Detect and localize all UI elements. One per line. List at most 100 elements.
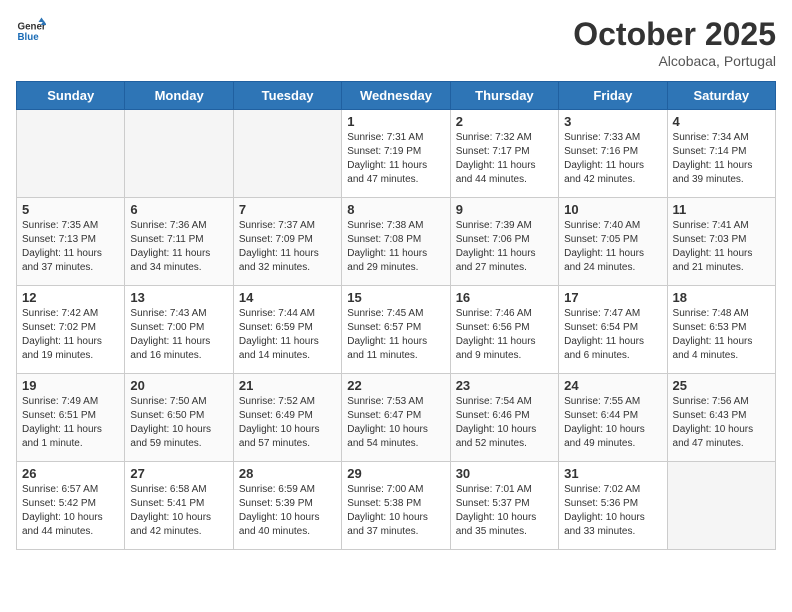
calendar-cell: 30 Sunrise: 7:01 AMSunset: 5:37 PMDayligh…: [450, 462, 558, 550]
calendar-cell: 3 Sunrise: 7:33 AMSunset: 7:16 PMDaylight…: [559, 110, 667, 198]
day-info: Sunrise: 7:38 AMSunset: 7:08 PMDaylight:…: [347, 219, 444, 275]
week-row-4: 19 Sunrise: 7:49 AMSunset: 6:51 PMDayligh…: [17, 374, 776, 462]
day-number: 23: [456, 378, 553, 393]
day-number: 25: [673, 378, 770, 393]
calendar-cell: 13 Sunrise: 7:43 AMSunset: 7:00 PMDayligh…: [125, 286, 233, 374]
day-info: Sunrise: 7:47 AMSunset: 6:54 PMDaylight:…: [564, 307, 661, 363]
svg-text:Blue: Blue: [18, 32, 40, 43]
day-number: 11: [673, 202, 770, 217]
day-info: Sunrise: 7:56 AMSunset: 6:43 PMDaylight:…: [673, 395, 770, 451]
day-number: 21: [239, 378, 336, 393]
day-number: 19: [22, 378, 119, 393]
calendar-header-row: SundayMondayTuesdayWednesdayThursdayFrid…: [17, 82, 776, 110]
day-info: Sunrise: 7:31 AMSunset: 7:19 PMDaylight:…: [347, 131, 444, 187]
day-info: Sunrise: 7:48 AMSunset: 6:53 PMDaylight:…: [673, 307, 770, 363]
day-info: Sunrise: 7:33 AMSunset: 7:16 PMDaylight:…: [564, 131, 661, 187]
calendar-cell: 17 Sunrise: 7:47 AMSunset: 6:54 PMDayligh…: [559, 286, 667, 374]
day-number: 13: [130, 290, 227, 305]
calendar-cell: 22 Sunrise: 7:53 AMSunset: 6:47 PMDayligh…: [342, 374, 450, 462]
svg-text:General: General: [18, 22, 47, 33]
calendar-cell: 7 Sunrise: 7:37 AMSunset: 7:09 PMDaylight…: [233, 198, 341, 286]
calendar-cell: [125, 110, 233, 198]
day-info: Sunrise: 7:37 AMSunset: 7:09 PMDaylight:…: [239, 219, 336, 275]
day-info: Sunrise: 7:01 AMSunset: 5:37 PMDaylight:…: [456, 483, 553, 539]
calendar-cell: 16 Sunrise: 7:46 AMSunset: 6:56 PMDayligh…: [450, 286, 558, 374]
day-header-tuesday: Tuesday: [233, 82, 341, 110]
day-number: 10: [564, 202, 661, 217]
calendar-cell: [233, 110, 341, 198]
day-number: 1: [347, 114, 444, 129]
calendar-cell: 15 Sunrise: 7:45 AMSunset: 6:57 PMDayligh…: [342, 286, 450, 374]
day-info: Sunrise: 7:46 AMSunset: 6:56 PMDaylight:…: [456, 307, 553, 363]
day-info: Sunrise: 7:52 AMSunset: 6:49 PMDaylight:…: [239, 395, 336, 451]
calendar-cell: 24Sunrise: 7:55 AMSunset: 6:44 PMDayligh…: [559, 374, 667, 462]
day-number: 7: [239, 202, 336, 217]
day-info: Sunrise: 7:53 AMSunset: 6:47 PMDaylight:…: [347, 395, 444, 451]
day-number: 3: [564, 114, 661, 129]
day-number: 12: [22, 290, 119, 305]
day-number: 22: [347, 378, 444, 393]
calendar-cell: 12 Sunrise: 7:42 AMSunset: 7:02 PMDayligh…: [17, 286, 125, 374]
week-row-1: 1 Sunrise: 7:31 AMSunset: 7:19 PMDaylight…: [17, 110, 776, 198]
day-number: 14: [239, 290, 336, 305]
day-number: 15: [347, 290, 444, 305]
calendar-cell: 1 Sunrise: 7:31 AMSunset: 7:19 PMDaylight…: [342, 110, 450, 198]
day-number: 20: [130, 378, 227, 393]
calendar-cell: 27 Sunrise: 6:58 AMSunset: 5:41 PMDayligh…: [125, 462, 233, 550]
day-info: Sunrise: 7:35 AMSunset: 7:13 PMDaylight:…: [22, 219, 119, 275]
calendar-cell: 10 Sunrise: 7:40 AMSunset: 7:05 PMDayligh…: [559, 198, 667, 286]
day-number: 28: [239, 466, 336, 481]
day-header-monday: Monday: [125, 82, 233, 110]
location-subtitle: Alcobaca, Portugal: [573, 53, 776, 69]
day-info: Sunrise: 7:45 AMSunset: 6:57 PMDaylight:…: [347, 307, 444, 363]
day-header-saturday: Saturday: [667, 82, 775, 110]
day-info: Sunrise: 6:58 AMSunset: 5:41 PMDaylight:…: [130, 483, 227, 539]
day-info: Sunrise: 7:32 AMSunset: 7:17 PMDaylight:…: [456, 131, 553, 187]
day-header-wednesday: Wednesday: [342, 82, 450, 110]
calendar-cell: 8 Sunrise: 7:38 AMSunset: 7:08 PMDaylight…: [342, 198, 450, 286]
calendar-cell: 14 Sunrise: 7:44 AMSunset: 6:59 PMDayligh…: [233, 286, 341, 374]
title-section: October 2025 Alcobaca, Portugal: [573, 16, 776, 69]
day-number: 24: [564, 378, 661, 393]
calendar-cell: [17, 110, 125, 198]
day-info: Sunrise: 6:57 AMSunset: 5:42 PMDaylight:…: [22, 483, 119, 539]
day-number: 31: [564, 466, 661, 481]
calendar-cell: 21 Sunrise: 7:52 AMSunset: 6:49 PMDayligh…: [233, 374, 341, 462]
calendar-cell: 4Sunrise: 7:34 AMSunset: 7:14 PMDaylight…: [667, 110, 775, 198]
calendar-cell: 23 Sunrise: 7:54 AMSunset: 6:46 PMDayligh…: [450, 374, 558, 462]
day-number: 27: [130, 466, 227, 481]
day-number: 17: [564, 290, 661, 305]
calendar-table: SundayMondayTuesdayWednesdayThursdayFrid…: [16, 81, 776, 550]
calendar-cell: 31 Sunrise: 7:02 AMSunset: 5:36 PMDayligh…: [559, 462, 667, 550]
day-info: Sunrise: 7:02 AMSunset: 5:36 PMDaylight:…: [564, 483, 661, 539]
day-info: Sunrise: 7:42 AMSunset: 7:02 PMDaylight:…: [22, 307, 119, 363]
day-info: Sunrise: 6:59 AMSunset: 5:39 PMDaylight:…: [239, 483, 336, 539]
logo-icon: General Blue: [16, 16, 46, 46]
logo: General Blue: [16, 16, 46, 46]
day-number: 9: [456, 202, 553, 217]
calendar-cell: 11 Sunrise: 7:41 AMSunset: 7:03 PMDayligh…: [667, 198, 775, 286]
day-header-thursday: Thursday: [450, 82, 558, 110]
calendar-cell: 26Sunrise: 6:57 AMSunset: 5:42 PMDayligh…: [17, 462, 125, 550]
day-info: Sunrise: 7:54 AMSunset: 6:46 PMDaylight:…: [456, 395, 553, 451]
week-row-3: 12 Sunrise: 7:42 AMSunset: 7:02 PMDayligh…: [17, 286, 776, 374]
day-number: 16: [456, 290, 553, 305]
day-info: Sunrise: 7:43 AMSunset: 7:00 PMDaylight:…: [130, 307, 227, 363]
day-number: 8: [347, 202, 444, 217]
day-number: 4: [673, 114, 770, 129]
day-info: Sunrise: 7:49 AMSunset: 6:51 PMDaylight:…: [22, 395, 119, 451]
week-row-2: 5 Sunrise: 7:35 AMSunset: 7:13 PMDaylight…: [17, 198, 776, 286]
month-title: October 2025: [573, 16, 776, 53]
calendar-cell: [667, 462, 775, 550]
day-info: Sunrise: 7:00 AMSunset: 5:38 PMDaylight:…: [347, 483, 444, 539]
calendar-cell: 18Sunrise: 7:48 AMSunset: 6:53 PMDayligh…: [667, 286, 775, 374]
day-number: 2: [456, 114, 553, 129]
day-info: Sunrise: 7:44 AMSunset: 6:59 PMDaylight:…: [239, 307, 336, 363]
calendar-cell: 9 Sunrise: 7:39 AMSunset: 7:06 PMDaylight…: [450, 198, 558, 286]
page-header: General Blue October 2025 Alcobaca, Port…: [16, 16, 776, 69]
day-info: Sunrise: 7:39 AMSunset: 7:06 PMDaylight:…: [456, 219, 553, 275]
day-number: 5: [22, 202, 119, 217]
day-info: Sunrise: 7:41 AMSunset: 7:03 PMDaylight:…: [673, 219, 770, 275]
day-info: Sunrise: 7:40 AMSunset: 7:05 PMDaylight:…: [564, 219, 661, 275]
day-number: 30: [456, 466, 553, 481]
